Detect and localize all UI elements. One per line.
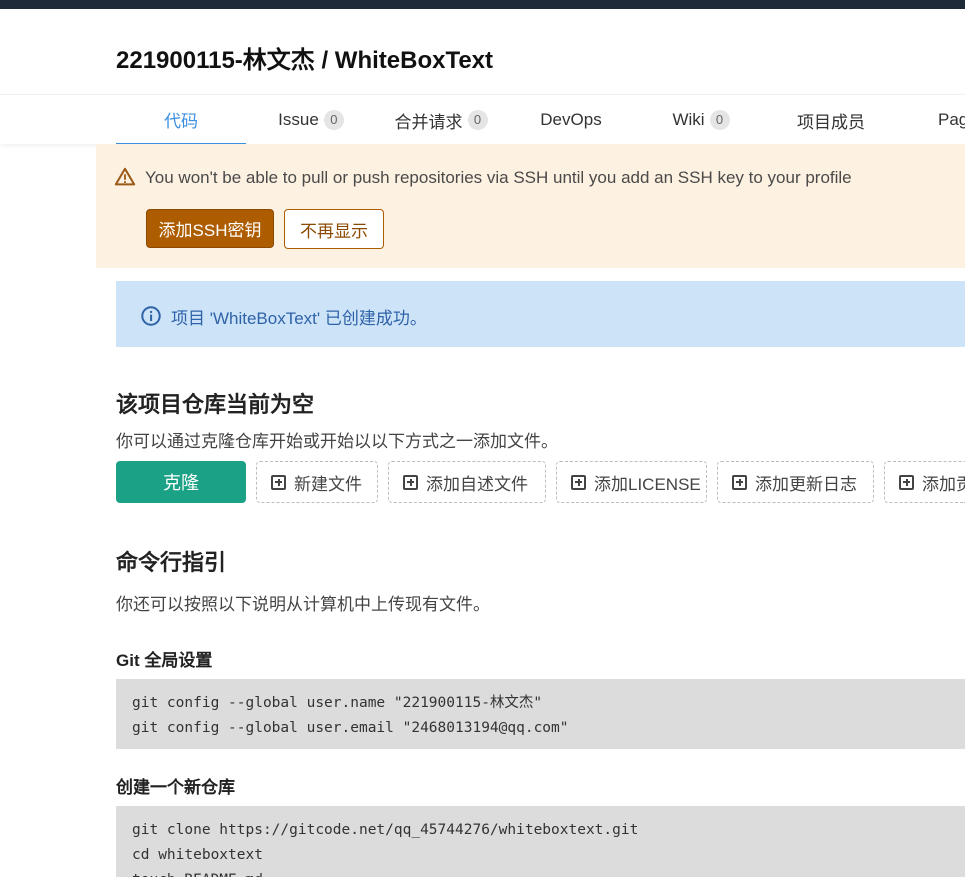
tab-members[interactable]: 项目成员 [766, 95, 896, 145]
button-label: 添加更新日志 [755, 474, 857, 494]
tab-issue[interactable]: Issue 0 [246, 95, 376, 145]
tab-wiki[interactable]: Wiki 0 [636, 95, 766, 145]
project-tabs: 代码 Issue 0 合并请求 0 DevOps Wiki 0 项目成员 Pag [0, 94, 965, 145]
info-circle-icon [141, 306, 161, 326]
tab-pages[interactable]: Pag [896, 95, 965, 145]
tab-label: Issue [278, 110, 319, 129]
plus-square-icon [271, 474, 286, 490]
plus-square-icon [899, 474, 914, 490]
ssh-warning-text: You won't be able to pull or push reposi… [145, 168, 852, 187]
tab-devops[interactable]: DevOps [506, 95, 636, 145]
code-line: touch README.md [132, 868, 949, 877]
add-contributing-button[interactable]: 添加贡 [884, 461, 965, 503]
project-title: 221900115-林文杰 / WhiteBoxText [116, 47, 494, 74]
count-badge: 0 [467, 110, 488, 130]
add-changelog-button[interactable]: 添加更新日志 [717, 461, 874, 503]
empty-repo-description: 你可以通过克隆仓库开始或开始以以下方式之一添加文件。 [116, 432, 558, 451]
plus-square-icon [403, 474, 418, 490]
add-ssh-key-button[interactable]: 添加SSH密钥 [146, 209, 274, 248]
count-badge: 0 [709, 110, 730, 130]
code-line: git config --global user.name "221900115… [132, 695, 543, 711]
count-badge: 0 [323, 110, 344, 130]
button-label: 添加LICENSE [594, 474, 701, 494]
tab-label: Wiki [672, 110, 705, 129]
code-line: git config --global user.email "24680131… [132, 720, 569, 736]
code-line: git clone https://gitcode.net/qq_4574427… [132, 822, 639, 838]
warning-triangle-icon [114, 167, 136, 186]
git-setup-title: Git 全局设置 [116, 651, 213, 670]
empty-repo-heading: 该项目仓库当前为空 [116, 392, 315, 417]
new-repo-code-block[interactable]: git clone https://gitcode.net/qq_4574427… [116, 806, 965, 877]
plus-square-icon [732, 474, 747, 490]
new-repo-title: 创建一个新仓库 [116, 778, 235, 797]
tab-label: 代码 [164, 111, 198, 131]
cli-description: 你还可以按照以下说明从计算机中上传现有文件。 [116, 595, 490, 614]
project-created-text: 项目 'WhiteBoxText' 已创建成功。 [171, 309, 427, 328]
ssh-warning-alert: You won't be able to pull or push reposi… [96, 144, 965, 268]
tab-label: 项目成员 [797, 112, 865, 132]
tab-merge-requests[interactable]: 合并请求 0 [376, 95, 506, 145]
cli-heading: 命令行指引 [116, 550, 227, 575]
tab-label: Pag [938, 110, 965, 129]
project-created-alert: 项目 'WhiteBoxText' 已创建成功。 [116, 281, 965, 347]
new-file-button[interactable]: 新建文件 [256, 461, 378, 503]
clone-button[interactable]: 克隆 [116, 461, 246, 503]
top-navbar [0, 0, 965, 9]
code-line: cd whiteboxtext [132, 847, 263, 863]
add-license-button[interactable]: 添加LICENSE [556, 461, 707, 503]
button-label: 新建文件 [294, 474, 362, 494]
git-setup-code-block[interactable]: git config --global user.name "221900115… [116, 679, 965, 749]
button-label: 添加自述文件 [426, 474, 528, 494]
button-label: 添加贡 [922, 474, 965, 494]
tab-label: DevOps [540, 110, 602, 129]
dont-show-again-button[interactable]: 不再显示 [284, 209, 384, 249]
tab-code[interactable]: 代码 [116, 95, 246, 145]
plus-square-icon [571, 474, 586, 490]
add-readme-button[interactable]: 添加自述文件 [388, 461, 546, 503]
tab-label: 合并请求 [394, 112, 463, 132]
